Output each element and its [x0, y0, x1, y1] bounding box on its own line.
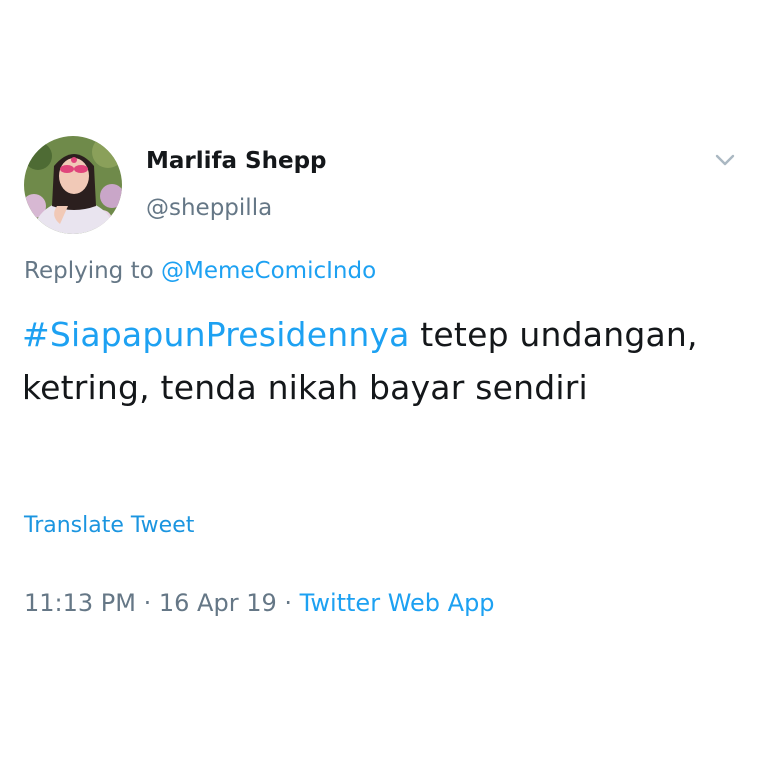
replying-to-label: Replying to	[24, 258, 161, 284]
translate-tweet-link[interactable]: Translate Tweet	[24, 513, 194, 538]
tweet-meta: 11:13 PM · 16 Apr 19 · Twitter Web App	[24, 589, 495, 617]
avatar[interactable]	[24, 136, 122, 234]
tweet-text: #SiapapunPresidennya tetep undangan, ket…	[22, 308, 737, 414]
meta-separator: ·	[135, 589, 159, 617]
chevron-down-icon[interactable]	[714, 152, 736, 168]
tweet-source-link[interactable]: Twitter Web App	[300, 589, 495, 617]
tweet-card: Marlifa Shepp @sheppilla Replying to @Me…	[0, 0, 759, 759]
tweet-time[interactable]: 11:13 PM	[24, 589, 136, 617]
hashtag-link[interactable]: #SiapapunPresidennya	[22, 315, 410, 354]
display-name[interactable]: Marlifa Shepp	[146, 148, 327, 174]
user-handle[interactable]: @sheppilla	[146, 195, 272, 221]
avatar-photo-icon	[24, 136, 122, 234]
meta-separator: ·	[276, 589, 300, 617]
reply-mention-link[interactable]: @MemeComicIndo	[161, 258, 376, 284]
replying-to: Replying to @MemeComicIndo	[24, 258, 376, 284]
tweet-date[interactable]: 16 Apr 19	[159, 589, 277, 617]
